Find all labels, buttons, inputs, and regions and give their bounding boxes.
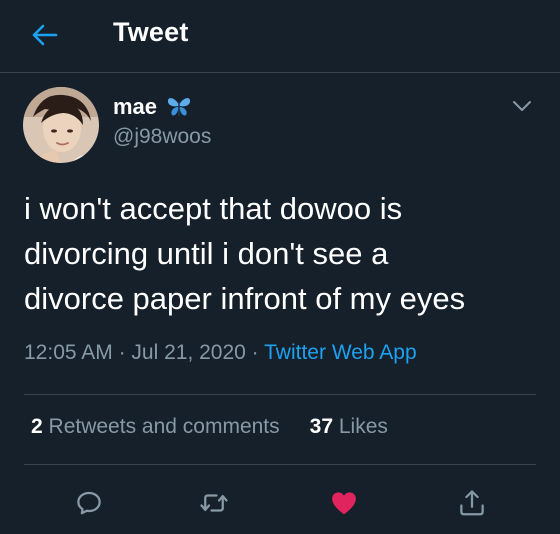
tweet-text-line: divorcing until i don't see a [24,236,389,271]
profile-photo [23,87,99,163]
like-button[interactable] [327,486,361,520]
more-options-button[interactable] [510,94,534,118]
back-button[interactable] [28,18,62,52]
tweet-meta: 12:05 AM · Jul 21, 2020 · Twitter Web Ap… [24,341,417,365]
display-name[interactable]: mae [113,94,157,120]
retweets-label: Retweets and comments [48,415,280,438]
tweet-text: i won't accept that dowoo is divorcing u… [24,186,544,321]
reply-button[interactable] [72,486,106,520]
reply-icon [77,491,101,515]
author-name-row[interactable]: mae [113,94,192,120]
heart-icon [332,492,356,515]
likes-stat[interactable]: 37 Likes [310,415,388,439]
user-handle[interactable]: @j98woos [113,125,211,149]
share-icon [460,490,484,516]
back-arrow-icon [32,24,58,46]
share-button[interactable] [455,486,489,520]
meta-separator: · [245,341,265,364]
tweet-source-link[interactable]: Twitter Web App [264,341,417,364]
tweet-date[interactable]: Jul 21, 2020 [131,341,245,364]
retweets-stat[interactable]: 2 Retweets and comments [31,415,280,439]
tweet-time[interactable]: 12:05 AM [24,341,113,364]
chevron-down-icon [513,101,531,111]
tweet-text-line: i won't accept that dowoo is [24,191,403,226]
meta-separator: · [112,341,132,364]
avatar[interactable] [23,87,99,163]
retweet-icon [200,494,228,512]
likes-label: Likes [338,415,388,438]
retweet-button[interactable] [197,486,231,520]
tweet-text-line: divorce paper infront of my eyes [24,281,466,316]
page-title: Tweet [113,17,189,47]
likes-count: 37 [309,415,333,438]
divider [24,464,536,465]
top-bar: Tweet [0,0,560,73]
retweets-count: 2 [31,415,43,438]
butterfly-emoji-icon [166,96,192,118]
divider [24,394,536,395]
action-bar [0,480,560,524]
tweet-stats: 2 Retweets and comments 37 Likes [31,415,388,439]
